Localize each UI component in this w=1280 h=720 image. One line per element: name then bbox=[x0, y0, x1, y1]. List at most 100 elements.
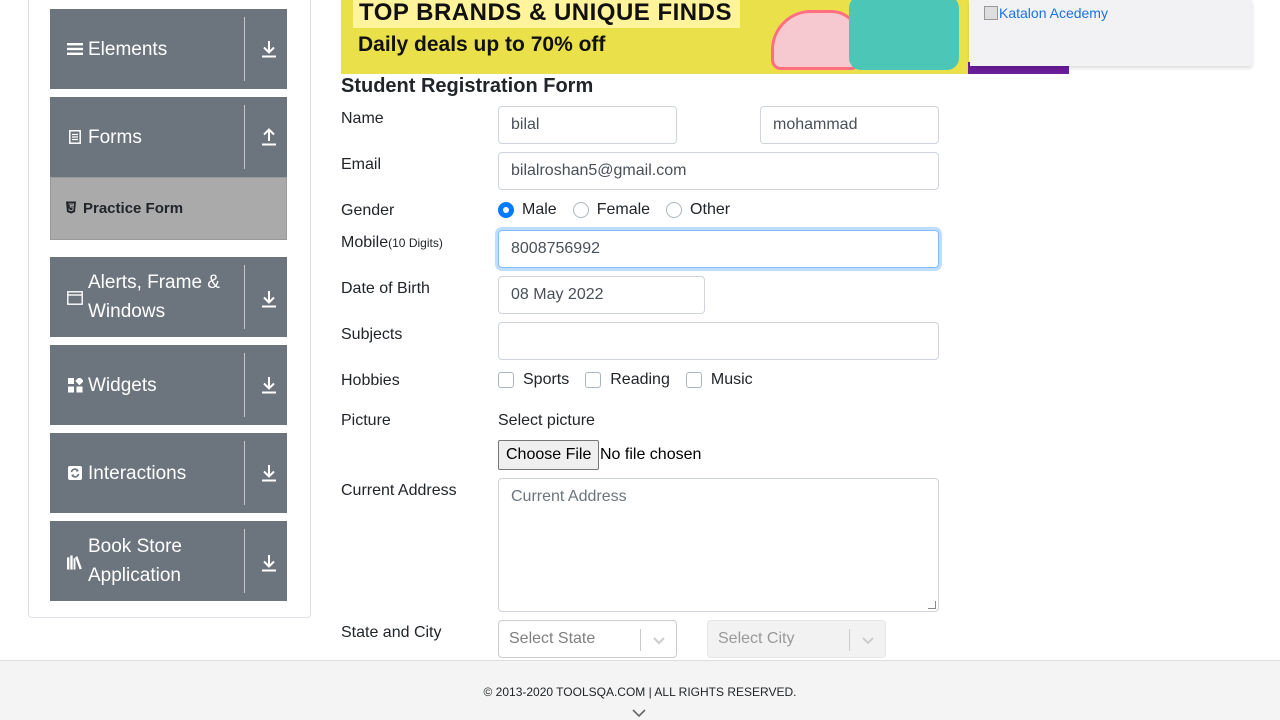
books-icon bbox=[67, 554, 83, 570]
subjects-input[interactable] bbox=[498, 322, 939, 360]
bag-image bbox=[849, 0, 959, 70]
document-icon bbox=[67, 129, 83, 145]
download-arrow-icon[interactable] bbox=[260, 553, 278, 573]
select-picture-label: Select picture bbox=[498, 412, 595, 429]
sidebar-group-label: Widgets bbox=[88, 374, 157, 396]
gender-label: Gender bbox=[341, 202, 395, 219]
shoe-image bbox=[771, 10, 861, 70]
sidebar-group-elements[interactable]: Elements bbox=[50, 9, 287, 89]
choose-file-button[interactable]: Choose File bbox=[498, 440, 600, 470]
sidebar-group-header: Elements bbox=[50, 9, 244, 89]
sidebar-group-widgets[interactable]: Widgets bbox=[50, 345, 287, 425]
sidebar-group-book-store[interactable]: Book Store Application bbox=[50, 521, 287, 601]
html5-icon bbox=[65, 201, 77, 217]
select-separator bbox=[640, 629, 641, 651]
sidebar-item-practice-form[interactable]: Practice Form bbox=[50, 177, 287, 240]
mobile-label: Mobile(10 Digits) bbox=[341, 234, 443, 252]
sidebar-group-alerts[interactable]: Alerts, Frame & Windows bbox=[50, 257, 287, 337]
footer-copyright: © 2013-2020 TOOLSQA.COM | ALL RIGHTS RES… bbox=[483, 685, 797, 699]
sidebar-group-forms[interactable]: Forms bbox=[50, 97, 287, 177]
ad-link-text: Katalon Acedemy bbox=[999, 5, 1108, 21]
sidebar-group-header: Widgets bbox=[50, 345, 244, 425]
hobby-option-music[interactable]: Music bbox=[685, 371, 753, 389]
sidebar-group-interactions[interactable]: Interactions bbox=[50, 433, 287, 513]
sidebar-group-header: Alerts, Frame & Windows bbox=[50, 257, 244, 337]
page: Elements Forms Practice Form Alerts, Fra… bbox=[0, 0, 1280, 720]
download-arrow-icon[interactable] bbox=[260, 289, 278, 309]
divider bbox=[244, 17, 245, 81]
divider bbox=[244, 105, 245, 169]
form-title: Student Registration Form bbox=[341, 75, 594, 97]
banner-subline: Daily deals up to 70% off bbox=[358, 33, 606, 56]
download-arrow-icon[interactable] bbox=[260, 463, 278, 483]
email-label: Email bbox=[341, 156, 382, 173]
gender-option-male[interactable]: Male bbox=[498, 201, 557, 219]
chevron-down-icon[interactable] bbox=[632, 707, 646, 719]
hobby-music-label[interactable]: Music bbox=[711, 371, 753, 389]
hobby-option-sports[interactable]: Sports bbox=[498, 371, 569, 389]
mobile-hint: (10 Digits) bbox=[388, 236, 443, 250]
mobile-input[interactable]: 8008756992 bbox=[498, 230, 939, 268]
gender-other-label[interactable]: Other bbox=[690, 201, 730, 219]
widgets-icon bbox=[67, 377, 83, 393]
picture-label: Picture bbox=[341, 412, 391, 429]
hobby-sports-label[interactable]: Sports bbox=[523, 371, 569, 389]
interactions-icon bbox=[67, 465, 83, 481]
radio-other[interactable] bbox=[666, 202, 683, 218]
address-label: Current Address bbox=[341, 482, 457, 499]
checkbox-reading[interactable] bbox=[585, 372, 602, 388]
hobbies-group: Sports Reading Music bbox=[498, 371, 769, 389]
state-placeholder: Select State bbox=[509, 630, 596, 647]
city-placeholder: Select City bbox=[718, 630, 795, 647]
checkbox-music[interactable] bbox=[685, 372, 702, 388]
sidebar-group-label: Elements bbox=[88, 38, 168, 60]
address-placeholder: Current Address bbox=[511, 488, 627, 505]
gender-male-label[interactable]: Male bbox=[522, 201, 557, 219]
gender-option-other[interactable]: Other bbox=[666, 201, 730, 219]
subjects-label: Subjects bbox=[341, 326, 403, 343]
divider bbox=[244, 265, 245, 329]
broken-image-icon bbox=[984, 6, 998, 20]
sidebar-item-label: Practice Form bbox=[83, 200, 184, 217]
divider bbox=[244, 441, 245, 505]
sidebar-group-label: Alerts, Frame & Windows bbox=[88, 272, 220, 322]
hobby-option-reading[interactable]: Reading bbox=[585, 371, 670, 389]
last-name-input[interactable]: mohammad bbox=[760, 106, 939, 144]
date-of-birth-input[interactable]: 08 May 2022 bbox=[498, 276, 705, 314]
dob-label: Date of Birth bbox=[341, 280, 430, 297]
sidebar-group-label: Interactions bbox=[88, 462, 187, 484]
window-icon bbox=[67, 290, 83, 306]
radio-female[interactable] bbox=[572, 202, 589, 218]
gender-female-label[interactable]: Female bbox=[597, 201, 650, 219]
radio-male[interactable] bbox=[498, 202, 514, 218]
file-status: No file chosen bbox=[600, 446, 702, 463]
select-separator bbox=[849, 629, 850, 651]
email-input[interactable]: bilalroshan5@gmail.com bbox=[498, 152, 939, 190]
promo-banner[interactable]: TOP BRANDS & UNIQUE FINDS Daily deals up… bbox=[341, 0, 969, 74]
upload-arrow-icon[interactable] bbox=[260, 127, 278, 147]
current-address-textarea[interactable]: Current Address bbox=[498, 478, 939, 612]
hamburger-icon bbox=[67, 41, 83, 57]
chevron-down-icon[interactable] bbox=[861, 633, 875, 647]
gender-option-female[interactable]: Female bbox=[572, 201, 650, 219]
footer: © 2013-2020 TOOLSQA.COM | ALL RIGHTS RES… bbox=[0, 660, 1280, 720]
resize-handle-icon[interactable] bbox=[928, 601, 936, 609]
download-arrow-icon[interactable] bbox=[260, 39, 278, 59]
hobby-reading-label[interactable]: Reading bbox=[610, 371, 670, 389]
first-name-input[interactable]: bilal bbox=[498, 106, 677, 144]
sidebar-group-label: Book Store Application bbox=[88, 536, 182, 586]
name-label: Name bbox=[341, 110, 384, 127]
sidebar-group-header: Interactions bbox=[50, 433, 244, 513]
download-arrow-icon[interactable] bbox=[260, 375, 278, 395]
ad-box: Katalon Acedemy bbox=[970, 0, 1252, 66]
city-select[interactable]: Select City bbox=[707, 620, 886, 658]
state-select[interactable]: Select State bbox=[498, 620, 677, 658]
chevron-down-icon[interactable] bbox=[652, 633, 666, 647]
divider bbox=[244, 353, 245, 417]
divider bbox=[244, 529, 245, 593]
katalon-ad-link[interactable]: Katalon Acedemy bbox=[984, 5, 1108, 21]
mobile-label-text: Mobile bbox=[341, 234, 389, 251]
checkbox-sports[interactable] bbox=[498, 372, 514, 388]
sidebar-group-header: Book Store Application bbox=[50, 521, 244, 601]
banner-headline: TOP BRANDS & UNIQUE FINDS bbox=[353, 0, 740, 28]
